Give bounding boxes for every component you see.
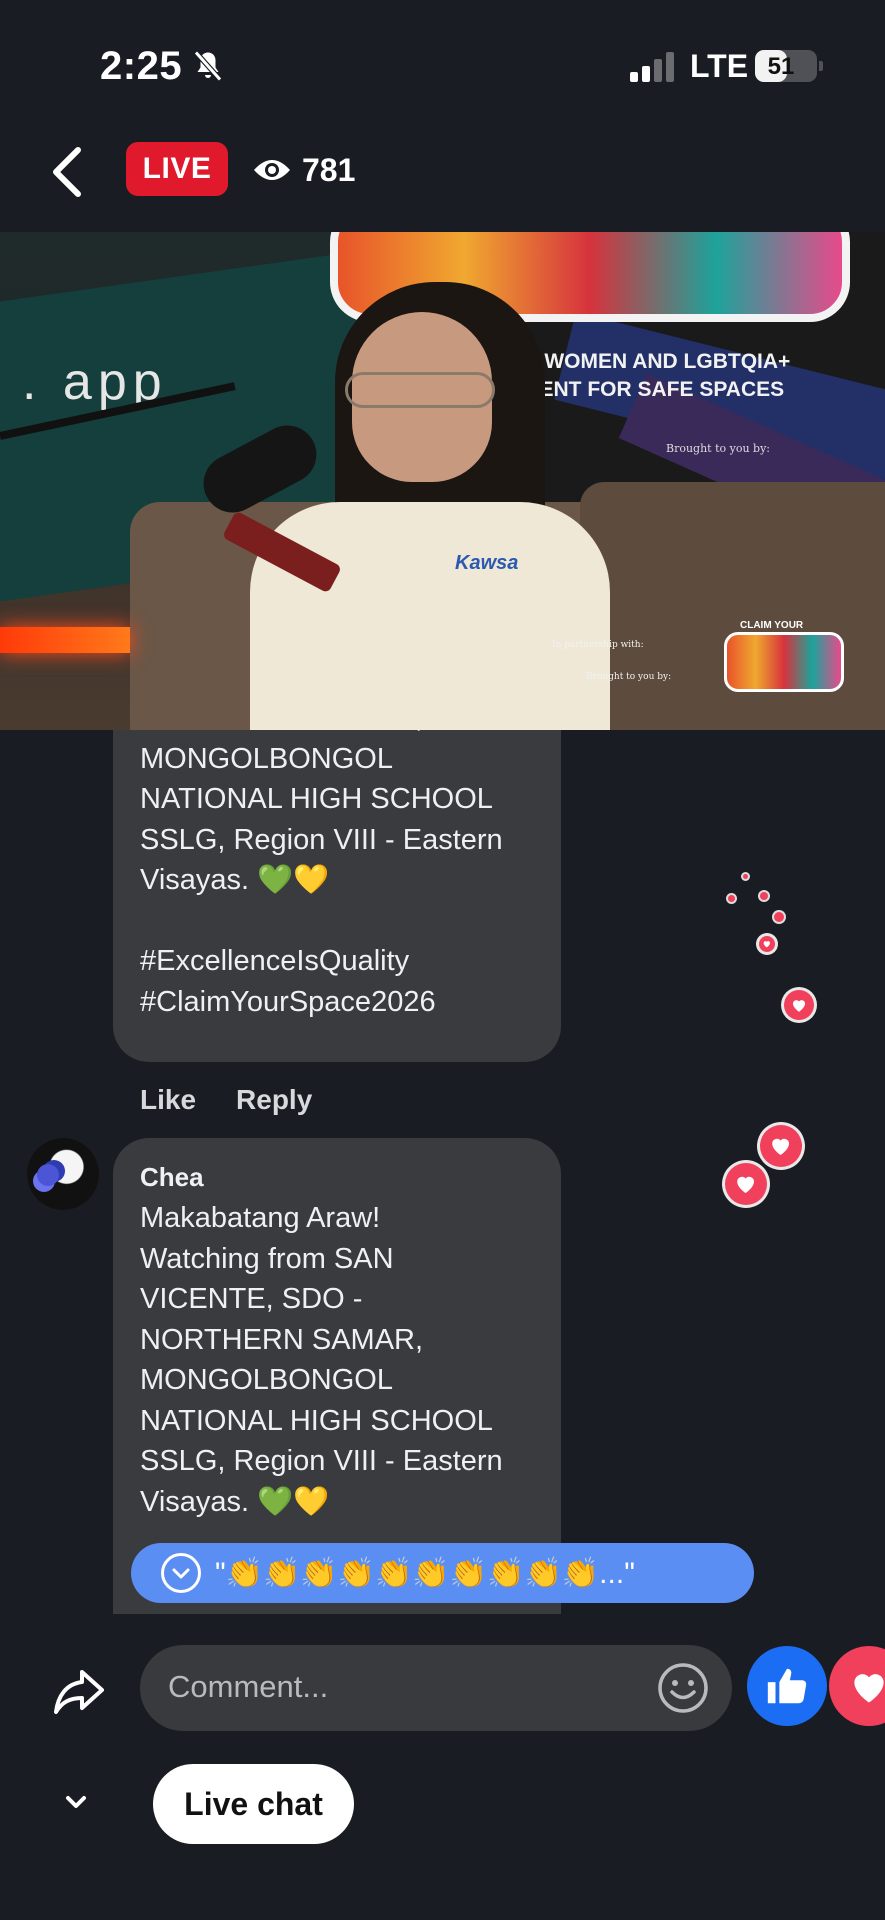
viewer-count-number: 781 <box>302 151 356 188</box>
heart-reaction-icon <box>725 1163 767 1205</box>
battery-percent: 51 <box>767 53 795 80</box>
network-type: LTE <box>690 48 749 84</box>
chevron-down-icon[interactable] <box>60 1786 92 1818</box>
live-badge: LIVE <box>126 142 228 196</box>
comment-text: NORTHERN SAMAR, MONGOLBONGOL NATIONAL HI… <box>140 730 503 1018</box>
live-header: LIVE 781 <box>0 120 885 232</box>
signal-icon <box>630 52 676 82</box>
thumbs-up-icon <box>767 1668 807 1704</box>
space-logo-caption: CLAIM YOUR <box>740 620 804 631</box>
like-reaction-button[interactable] <box>747 1646 827 1726</box>
emoji-icon[interactable] <box>656 1661 710 1715</box>
bell-muted-icon <box>194 50 222 82</box>
battery-icon: 51 <box>755 50 823 82</box>
back-button[interactable] <box>44 142 94 202</box>
new-comments-pill[interactable]: "👏👏👏👏👏👏👏👏👏👏..." <box>131 1543 754 1603</box>
heart-reaction-icon <box>760 1125 802 1167</box>
comment-author[interactable]: Chea <box>140 1162 204 1193</box>
share-icon[interactable] <box>50 1662 108 1720</box>
chevron-down-icon <box>161 1553 201 1593</box>
comment-input[interactable]: Comment... <box>140 1645 732 1731</box>
status-bar: 2:25 LTE 51 <box>0 0 885 120</box>
comments-list[interactable]: NORTHERN SAMAR, MONGOLBONGOL NATIONAL HI… <box>0 730 885 1614</box>
comment-placeholder: Comment... <box>168 1669 329 1704</box>
live-video[interactable]: . app MEN, WOMEN AND LGBTQIA+ VEMENT FOR… <box>0 232 885 730</box>
reply-comment-button[interactable]: Reply <box>236 1084 312 1116</box>
avatar[interactable] <box>27 1138 99 1210</box>
partnership-text: In partnership with: <box>552 640 644 650</box>
reaction-particle <box>774 912 784 922</box>
reaction-particle <box>760 892 768 900</box>
comment-bubble: NORTHERN SAMAR, MONGOLBONGOL NATIONAL HI… <box>113 730 561 1062</box>
love-reaction-button[interactable] <box>829 1646 885 1726</box>
viewer-count: 781 <box>252 150 355 190</box>
status-time: 2:25 <box>100 44 183 88</box>
new-comment-preview: "👏👏👏👏👏👏👏👏👏👏..." <box>215 1556 635 1590</box>
reaction-particle <box>728 895 735 902</box>
heart-reaction-icon <box>784 990 814 1020</box>
like-comment-button[interactable]: Like <box>140 1084 196 1116</box>
space-logo-overlay <box>724 632 844 692</box>
heart-reaction-icon <box>759 936 775 952</box>
shirt-logo-text: Kawsa <box>455 552 519 574</box>
bottom-bar: Comment... Live chat <box>0 1614 885 1920</box>
brought-by-small-text: Brought to you by: <box>586 672 672 682</box>
banner-brought-by: Brought to you by: <box>666 442 771 455</box>
comment-actions: Like Reply <box>140 1084 312 1116</box>
live-chat-button[interactable]: Live chat <box>153 1764 354 1844</box>
heart-icon <box>854 1674 884 1703</box>
eye-icon <box>254 160 290 180</box>
reaction-particle <box>743 874 748 879</box>
